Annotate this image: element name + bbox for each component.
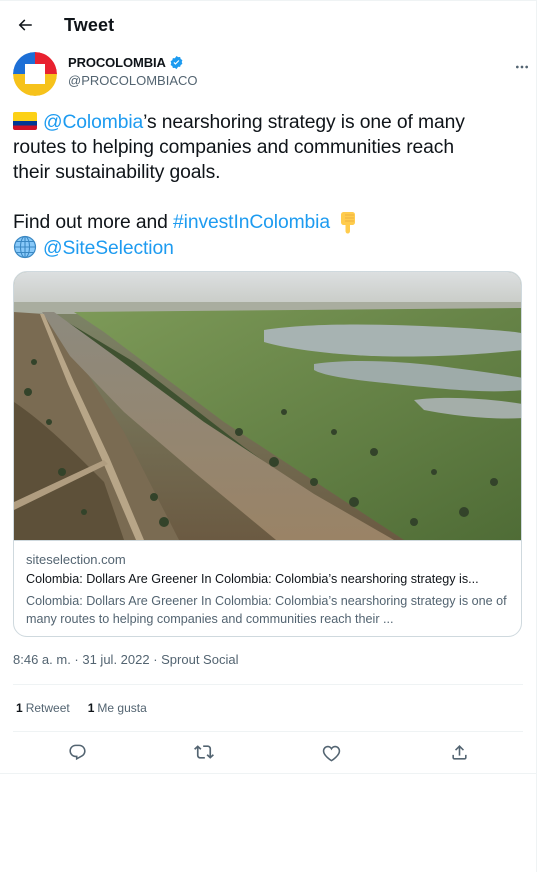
tweet-line-5: @SiteSelection	[13, 235, 523, 261]
tweet-stats: 1 Retweet 1 Me gusta	[16, 701, 165, 715]
tweet-text: @Colombia’s nearshoring strategy is one …	[13, 110, 523, 261]
likes-label: Me gusta	[97, 701, 147, 715]
tweet-line-3: their sustainability goals.	[13, 162, 221, 183]
divider	[0, 773, 537, 774]
hashtag-invest-in-colombia[interactable]: #investInColombia	[173, 212, 330, 233]
point-down-icon	[338, 210, 360, 234]
card-image[interactable]	[14, 272, 521, 540]
tweet-text-4: Find out more and	[13, 212, 174, 233]
author-handle[interactable]: @PROCOLOMBIACO	[68, 73, 198, 88]
globe-icon	[13, 235, 37, 259]
back-button[interactable]	[8, 8, 42, 42]
likes-stat[interactable]: 1 Me gusta	[88, 701, 147, 715]
card-title: Colombia: Dollars Are Greener In Colombi…	[26, 572, 479, 586]
back-arrow-icon	[18, 19, 32, 31]
retweets-stat[interactable]: 1 Retweet	[16, 701, 70, 715]
page-title: Tweet	[64, 15, 115, 35]
tweet-timestamp[interactable]: 8:46 a. m. · 31 jul. 2022 · Sprout Socia…	[13, 652, 238, 667]
tweet-text-1: ’s nearshoring strategy is one of many	[143, 112, 465, 133]
more-button[interactable]	[511, 56, 533, 78]
divider	[13, 731, 523, 732]
share-icon	[451, 744, 467, 760]
retweet-button[interactable]	[193, 741, 215, 763]
tweet-author: PROCOLOMBIA @PROCOLOMBIACO	[13, 52, 533, 96]
tweet-page: Tweet PROCOLOMBIA @PROCOLOMBIACO @Colomb…	[0, 0, 537, 872]
name-row: PROCOLOMBIA	[68, 55, 184, 70]
link-card[interactable]: siteselection.com Colombia: Dollars Are …	[13, 271, 522, 637]
verified-badge-icon	[169, 55, 184, 70]
action-bar	[13, 733, 523, 773]
mention-colombia[interactable]: @Colombia	[43, 112, 143, 133]
share-button[interactable]	[448, 741, 470, 763]
retweet-icon	[194, 745, 214, 759]
more-icon	[516, 65, 528, 69]
retweets-label: Retweet	[25, 701, 70, 715]
colombia-flag-icon	[13, 112, 37, 130]
reply-icon	[68, 744, 86, 760]
tweet-line-2: routes to helping companies and communit…	[13, 137, 454, 158]
reply-button[interactable]	[66, 741, 88, 763]
like-button[interactable]	[320, 741, 342, 763]
mention-siteselection[interactable]: @SiteSelection	[43, 238, 174, 259]
like-icon	[322, 745, 340, 762]
retweets-count: 1	[16, 701, 23, 715]
divider	[13, 684, 523, 685]
likes-count: 1	[87, 701, 95, 715]
author-name[interactable]: PROCOLOMBIA	[68, 55, 166, 70]
tweet-line-4: Find out more and #investInColombia	[13, 210, 523, 235]
tweet-line-1: @Colombia’s nearshoring strategy is one …	[13, 110, 523, 135]
card-description: Colombia: Dollars Are Greener In Colombi…	[26, 594, 507, 626]
card-domain: siteselection.com	[26, 552, 126, 567]
top-bar: Tweet	[0, 0, 537, 48]
card-body[interactable]: siteselection.com Colombia: Dollars Are …	[14, 540, 521, 636]
avatar[interactable]	[13, 52, 57, 96]
